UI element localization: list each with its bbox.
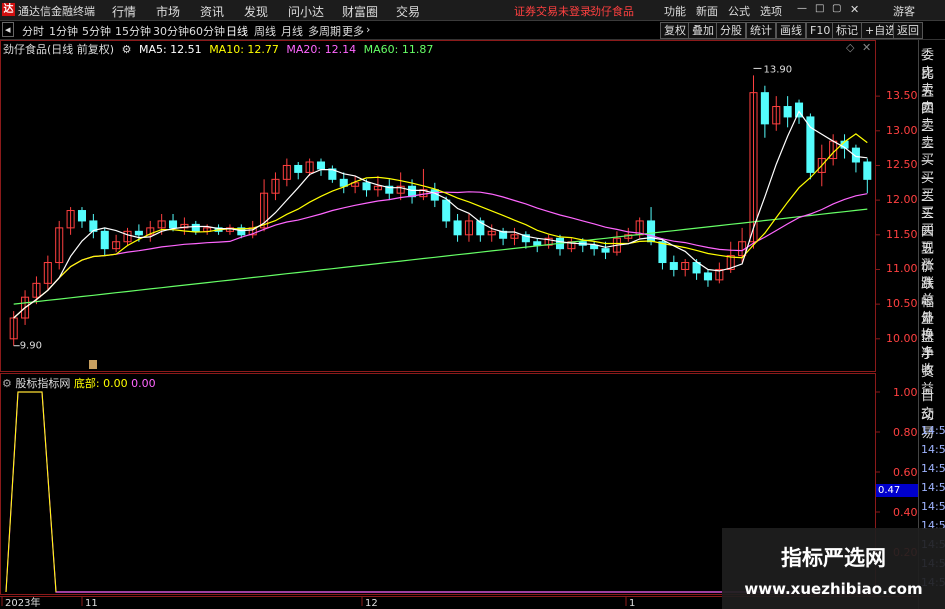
price-panel-frame: [0, 40, 876, 372]
tick-time-item: 14:56: [921, 481, 945, 494]
candle-down: [863, 161, 872, 180]
price-tick-label: 13.00: [886, 123, 918, 137]
candle-down: [362, 182, 371, 191]
candle-down: [658, 241, 667, 264]
price-tick-label: 12.50: [886, 158, 918, 172]
candle-down: [590, 244, 599, 250]
tick-time-item: 14:56: [921, 443, 945, 456]
price-tick-label: 10.50: [886, 297, 918, 311]
indicator-tick-label: 1.00: [893, 386, 918, 399]
candle-down: [669, 262, 678, 270]
indicator-bottom-line: [5, 391, 57, 593]
indicator-bottom-value: 底部: 0.00: [73, 377, 128, 390]
candle-down: [442, 199, 451, 222]
kline-chart[interactable]: 13.909.90 1.000.800.600.400.202023年11121: [0, 0, 918, 609]
ma20-line: [13, 191, 868, 319]
watermark-overlay: 指标严选网 www.xuezhibiao.com: [722, 528, 945, 609]
price-tick-label: 11.50: [886, 227, 918, 241]
ma60-line: [13, 208, 868, 305]
time-axis-label: 12: [365, 598, 378, 609]
watermark-url: www.xuezhibiao.com: [744, 580, 923, 598]
indicator-value2: 0.00: [131, 377, 156, 390]
indicator-gear-icon[interactable]: ⚙: [2, 377, 12, 390]
quote-side-panel: 委比 卖五 卖四 卖三 卖二 卖一 买一 买二 买三 买四 买五 现价 涨跌 涨幅 总量 外盘 换手 净资 收益 自动…: [918, 40, 945, 609]
time-axis-label: 11: [85, 598, 98, 609]
candle-down: [703, 272, 712, 281]
candle-down: [100, 230, 109, 250]
tick-time-item: 14:56: [921, 462, 945, 475]
watermark-title: 指标严选网: [781, 546, 886, 570]
ma5-line: [13, 110, 868, 319]
indicator-tick-label: 0.40: [893, 506, 918, 519]
candle-down: [316, 161, 326, 170]
time-axis-label: 2023年: [5, 596, 40, 609]
low-price-annotation: 9.90: [20, 341, 42, 352]
candle-down: [533, 241, 542, 246]
candle-down: [77, 210, 87, 222]
price-tick-label: 13.50: [886, 89, 918, 103]
indicator-name: 股标指标网: [15, 377, 71, 390]
price-tick-label: 12.00: [886, 193, 918, 207]
candle-down: [169, 220, 178, 229]
high-price-annotation: 13.90: [763, 64, 792, 75]
candle-down: [191, 223, 200, 232]
candle-down: [453, 220, 462, 236]
indicator-header: ⚙ 股标指标网 底部: 0.00 0.00: [2, 375, 156, 391]
tick-time-item: 14:56: [921, 500, 945, 513]
candle-down: [760, 92, 769, 125]
indicator-current-value: 0.47: [876, 484, 918, 497]
candle-down: [601, 248, 610, 253]
candle-down: [294, 164, 303, 173]
price-tick-label: 10.00: [886, 331, 918, 345]
event-marker-icon: [89, 360, 97, 369]
price-tick-label: 11.00: [886, 262, 918, 276]
time-axis-label: 1: [629, 598, 635, 609]
indicator-tick-label: 0.60: [893, 466, 918, 479]
candle-down: [806, 116, 815, 173]
tick-time-item: 14:56: [921, 424, 945, 437]
candle-down: [783, 106, 792, 118]
indicator-tick-label: 0.80: [893, 426, 918, 439]
candle-down: [134, 230, 143, 236]
